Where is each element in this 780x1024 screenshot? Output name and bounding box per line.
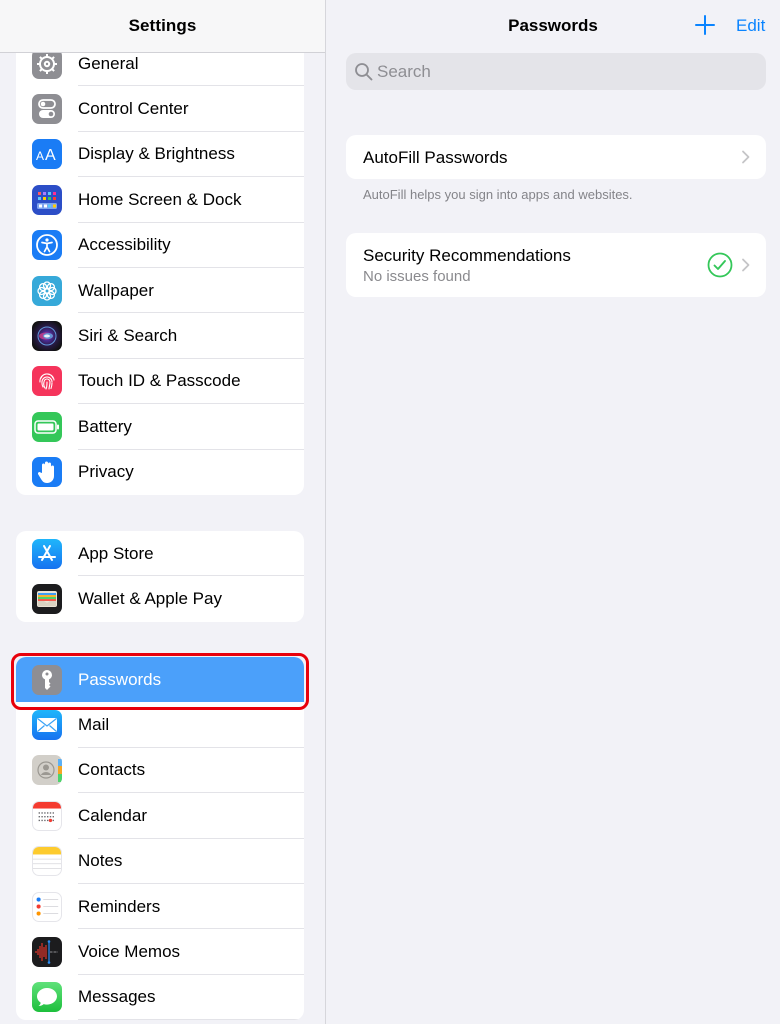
sidebar-item-label: Mail xyxy=(78,715,110,735)
sidebar-item-label: Reminders xyxy=(78,896,161,916)
sidebar-item-privacy[interactable]: Privacy xyxy=(16,450,304,495)
fingerprint-icon xyxy=(32,366,62,397)
add-password-button[interactable] xyxy=(694,14,716,36)
plus-icon xyxy=(695,15,715,35)
flower-icon xyxy=(32,275,62,306)
wallet-icon xyxy=(32,584,62,615)
sidebar-item-label: Notes xyxy=(78,851,123,871)
row-separator xyxy=(78,1019,304,1021)
text-size-icon: AA xyxy=(32,139,62,170)
security-recommendations-row[interactable]: Security Recommendations No issues found xyxy=(346,233,766,297)
autofill-footnote: AutoFill helps you sign into apps and we… xyxy=(363,187,633,202)
sidebar-item-label: Passwords xyxy=(78,669,162,689)
app-store-icon xyxy=(32,538,62,569)
battery-icon xyxy=(32,411,62,442)
sidebar-item-label: Control Center xyxy=(78,99,189,119)
sidebar-item-reminders[interactable]: Reminders xyxy=(16,884,304,930)
contacts-icon xyxy=(32,755,62,786)
message-bubble-icon xyxy=(32,982,62,1013)
sidebar-item-passwords[interactable]: Passwords xyxy=(16,657,304,703)
sidebar-item-label: Contacts xyxy=(78,760,146,780)
search-input[interactable] xyxy=(377,53,757,90)
search-bar[interactable] xyxy=(346,53,766,90)
sidebar-item-label: Display & Brightness xyxy=(78,144,235,164)
sidebar-item-touch-id-passcode[interactable]: Touch ID & Passcode xyxy=(16,359,304,405)
sidebar-item-siri-search[interactable]: Siri & Search xyxy=(16,313,304,359)
siri-icon xyxy=(32,321,62,352)
sidebar-item-messages[interactable]: Messages xyxy=(16,975,304,1021)
gear-icon xyxy=(32,48,62,79)
sidebar-item-mail[interactable]: Mail xyxy=(16,702,304,748)
settings-group-system: General Control Center AA Display & Brig… xyxy=(16,41,304,495)
envelope-icon xyxy=(32,710,62,741)
sidebar-item-calendar[interactable]: Calendar xyxy=(16,793,304,839)
sidebar-item-notes[interactable]: Notes xyxy=(16,839,304,884)
sidebar-item-display-brightness[interactable]: AA Display & Brightness xyxy=(16,132,304,178)
sidebar-item-label: Siri & Search xyxy=(78,326,178,346)
sidebar-item-voice-memos[interactable]: Voice Memos xyxy=(16,929,304,975)
sidebar-item-label: Accessibility xyxy=(78,235,171,255)
settings-sidebar: Settings General Control Center AA Displ… xyxy=(0,0,325,1024)
sidebar-item-wallpaper[interactable]: Wallpaper xyxy=(16,268,304,314)
sidebar-item-battery[interactable]: Battery xyxy=(16,404,304,450)
autofill-passwords-label: AutoFill Passwords xyxy=(363,148,508,167)
settings-group-store: App Store Wallet & Apple Pay xyxy=(16,531,304,622)
sidebar-item-label: General xyxy=(78,53,139,73)
sidebar-item-label: App Store xyxy=(78,543,154,563)
security-status-text: No issues found xyxy=(363,268,471,285)
settings-group-apps: Passwords Mail Contacts Calendar Notes R… xyxy=(16,657,304,1021)
toggles-icon xyxy=(32,94,62,125)
sidebar-item-label: Wallet & Apple Pay xyxy=(78,589,222,609)
security-recommendations-label: Security Recommendations xyxy=(363,246,571,265)
autofill-passwords-row[interactable]: AutoFill Passwords xyxy=(346,135,766,179)
chevron-right-icon xyxy=(742,150,750,164)
passwords-detail-pane: Passwords Edit AutoFill Passwords AutoFi… xyxy=(326,0,780,1024)
svg-text:A: A xyxy=(36,149,44,163)
sidebar-item-label: Touch ID & Passcode xyxy=(78,371,241,391)
chevron-right-icon xyxy=(742,258,750,272)
calendar-icon xyxy=(32,800,62,831)
sidebar-item-app-store[interactable]: App Store xyxy=(16,531,304,577)
sidebar-item-label: Privacy xyxy=(78,462,134,482)
hand-icon xyxy=(32,457,62,488)
svg-text:A: A xyxy=(45,147,56,163)
sidebar-item-label: Messages xyxy=(78,987,156,1007)
reminders-icon xyxy=(32,891,62,922)
sidebar-item-control-center[interactable]: Control Center xyxy=(16,86,304,132)
sidebar-item-label: Home Screen & Dock xyxy=(78,189,242,209)
search-icon xyxy=(355,63,373,81)
sidebar-item-wallet-apple-pay[interactable]: Wallet & Apple Pay xyxy=(16,576,304,621)
sidebar-title: Settings xyxy=(128,16,197,35)
sidebar-header: Settings xyxy=(0,0,325,53)
sidebar-item-contacts[interactable]: Contacts xyxy=(16,748,304,794)
app-grid-icon xyxy=(32,184,62,215)
sidebar-item-label: Wallpaper xyxy=(78,280,154,300)
sidebar-item-home-screen-dock[interactable]: Home Screen & Dock xyxy=(16,177,304,223)
edit-button[interactable]: Edit xyxy=(736,16,765,36)
sidebar-item-label: Calendar xyxy=(78,805,147,825)
sidebar-item-label: Voice Memos xyxy=(78,942,181,962)
accessibility-icon xyxy=(32,230,62,261)
key-icon xyxy=(32,664,62,695)
sidebar-item-accessibility[interactable]: Accessibility xyxy=(16,223,304,268)
checkmark-circle-icon xyxy=(707,252,733,278)
waveform-icon xyxy=(32,937,62,968)
notes-icon xyxy=(32,846,62,877)
sidebar-item-label: Battery xyxy=(78,416,132,436)
